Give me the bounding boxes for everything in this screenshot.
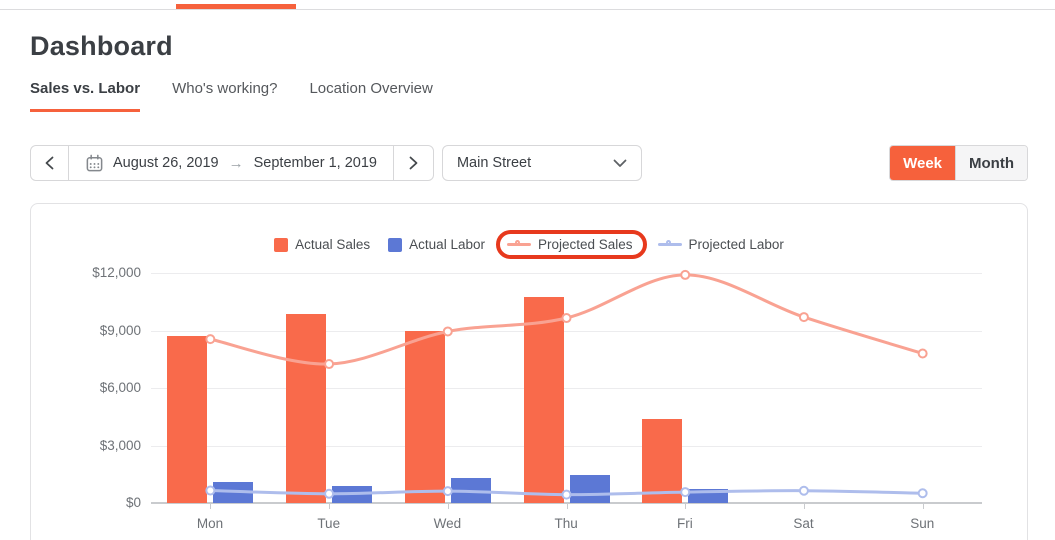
chart-legend: Actual Sales Actual Labor Projected Sales P… (31, 230, 1027, 259)
week-month-toggle: Week Month (889, 145, 1028, 181)
projected-labor-dot-icon (665, 240, 671, 245)
previous-week-button[interactable] (31, 146, 69, 180)
projected-labor-line-icon (657, 240, 682, 246)
topnav-divider (0, 9, 1055, 10)
page-title: Dashboard (30, 31, 173, 61)
y-axis-label: $9,000 (99, 322, 141, 338)
y-axis-label: $3,000 (99, 437, 141, 453)
tab-bar: Sales vs. Labor Who's working? Location Ov… (30, 80, 433, 112)
x-axis-tick (685, 504, 687, 509)
legend-item-projected-sales[interactable]: Projected Sales (495, 230, 647, 259)
projected-sales-point-sat[interactable] (798, 312, 809, 323)
date-range-picker: August 26, 2019 → September 1, 2019 (30, 145, 434, 181)
y-axis-label: $12,000 (92, 265, 141, 280)
x-axis-label-thu: Thu (554, 516, 578, 531)
projected-labor-point-sun[interactable] (917, 488, 928, 499)
projected-labor-point-tue[interactable] (324, 488, 335, 499)
projected-sales-point-tue[interactable] (324, 359, 335, 370)
chevron-right-icon (409, 156, 418, 170)
tab-who-s-working-[interactable]: Who's working? (172, 80, 277, 112)
chevron-down-icon (613, 159, 627, 167)
tab-sales-vs-labor[interactable]: Sales vs. Labor (30, 80, 141, 112)
projected-sales-dot-icon (514, 240, 520, 245)
arrow-right-icon: → (228, 154, 244, 172)
x-axis-label-mon: Mon (196, 516, 224, 531)
toggle-month-button[interactable]: Month (955, 146, 1027, 180)
projected-labor-point-sat[interactable] (798, 485, 809, 496)
projected-labor-point-fri[interactable] (680, 487, 691, 498)
sales-vs-labor-chart: $0 $3,000 $6,000 $9,000 $12,000 Mon Tue Wed Thu… (92, 265, 982, 531)
x-axis-label-sat: Sat (793, 516, 814, 531)
x-axis-label-fri: Fri (676, 516, 693, 531)
calendar-icon (86, 154, 103, 171)
y-axis-label: $0 (125, 495, 141, 510)
location-select[interactable]: Main Street (441, 145, 642, 181)
actual-sales-swatch-icon (274, 237, 289, 252)
x-axis-tick (329, 504, 331, 509)
legend-item-projected-labor[interactable]: Projected Labor (657, 237, 784, 252)
legend-label: Actual Sales (295, 237, 371, 252)
tab-location-overview[interactable]: Location Overview (309, 80, 432, 112)
projected-sales-line-icon (506, 240, 531, 246)
chart-card: Actual Sales Actual Labor Projected Sales P… (30, 203, 1028, 540)
projected-labor-point-thu[interactable] (561, 489, 572, 500)
topnav-active-indicator (176, 4, 296, 9)
controls-row: August 26, 2019 → September 1, 2019 Main… (30, 145, 1028, 181)
x-axis-tick (922, 504, 924, 509)
projected-labor-point-mon[interactable] (205, 485, 216, 496)
location-select-value: Main Street (456, 155, 532, 171)
x-axis-label-wed: Wed (433, 516, 462, 531)
projected-sales-point-thu[interactable] (561, 313, 572, 324)
legend-label: Projected Labor (688, 237, 784, 252)
date-range-start: August 26, 2019 (113, 155, 219, 171)
x-axis-tick (210, 504, 212, 509)
actual-labor-swatch-icon (388, 237, 403, 252)
projected-sales-point-wed[interactable] (442, 326, 453, 337)
date-range-end: September 1, 2019 (253, 155, 377, 171)
x-axis-label-tue: Tue (317, 516, 341, 531)
x-axis-tick (803, 504, 805, 509)
projected-sales-point-mon[interactable] (205, 334, 216, 345)
projected-sales-point-fri[interactable] (680, 269, 691, 280)
projected-labor-point-wed[interactable] (442, 486, 453, 497)
chart-lines-layer (205, 269, 928, 500)
x-axis-label-sun: Sun (910, 516, 935, 531)
next-week-button[interactable] (392, 146, 433, 180)
chevron-left-icon (45, 156, 54, 170)
legend-label: Projected Sales (537, 237, 633, 252)
x-axis-tick (566, 504, 568, 509)
date-range-display[interactable]: August 26, 2019 → September 1, 2019 (69, 146, 393, 180)
x-axis-tick (447, 504, 449, 509)
legend-label: Actual Labor (409, 237, 485, 252)
legend-item-actual-sales[interactable]: Actual Sales (274, 237, 370, 252)
legend-item-actual-labor[interactable]: Actual Labor (388, 237, 485, 252)
y-axis-label: $6,000 (99, 380, 141, 395)
toggle-week-button[interactable]: Week (890, 146, 956, 180)
projected-sales-point-sun[interactable] (917, 348, 928, 359)
